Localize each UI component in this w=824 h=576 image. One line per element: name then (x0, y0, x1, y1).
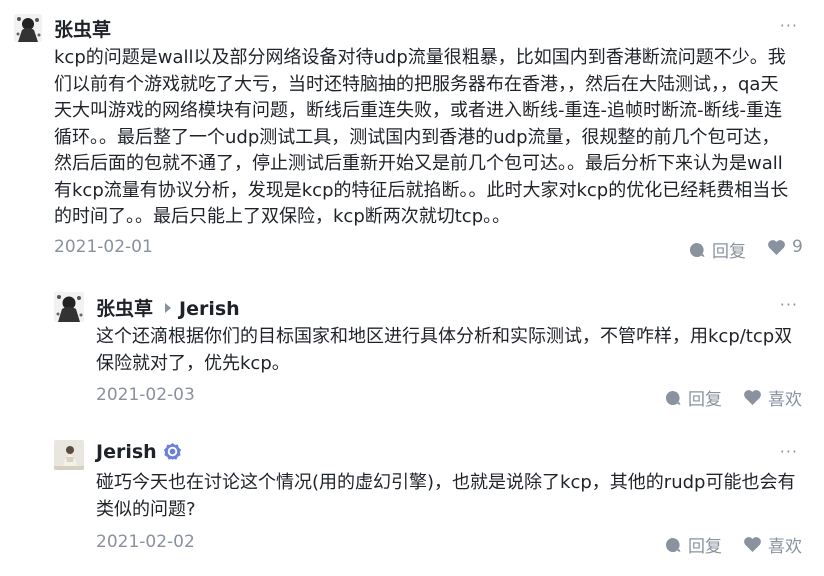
comment-author[interactable]: 张虫草 (96, 298, 153, 320)
like-button[interactable]: 喜欢 (743, 385, 802, 410)
heart-icon (743, 389, 762, 406)
comment-author[interactable]: 张虫草 (54, 15, 111, 42)
comment-bubble-icon (664, 389, 682, 407)
heart-icon (743, 536, 762, 553)
comment-body: 这个还滴根据你们的目标国家和地区进行具体分析和实际测试，不管咋样，用kcp/tc… (96, 326, 793, 374)
comment-date: 2021-02-03 (96, 385, 195, 405)
comment-bubble-icon (664, 536, 682, 554)
more-dots-icon[interactable]: ··· (780, 442, 798, 461)
reply-to-arrow-icon (165, 303, 172, 313)
comment-date: 2021-02-02 (96, 532, 195, 552)
avatar[interactable] (54, 440, 84, 470)
avatar[interactable] (54, 292, 84, 322)
reply-label: 回复 (712, 242, 746, 262)
like-label: 喜欢 (768, 390, 802, 410)
reply-button[interactable]: 回复 (664, 532, 722, 557)
like-label: 喜欢 (768, 537, 802, 557)
comment-body: kcp的问题是wall以及部分网络设备对待udp流量很粗暴，比如国内到香港断流问… (54, 47, 789, 227)
comment-body: 碰巧今天也在讨论这个情况(用的虚幻引擎)，也就是说除了kcp，其他的rudp可能… (96, 472, 796, 520)
like-count: 9 (792, 237, 803, 257)
comment-author[interactable]: Jerish (96, 441, 157, 463)
verified-badge-icon (163, 442, 182, 466)
like-button[interactable]: 9 (767, 237, 803, 257)
more-dots-icon[interactable]: ··· (780, 295, 798, 314)
comment-date: 2021-02-01 (54, 237, 153, 257)
avatar[interactable] (14, 14, 42, 42)
reply-label: 回复 (688, 390, 722, 410)
comment-author-line: 张虫草 Jerish (96, 294, 240, 321)
like-button[interactable]: 喜欢 (743, 532, 802, 557)
reply-button[interactable]: 回复 (664, 385, 722, 410)
heart-icon (767, 239, 786, 256)
reply-label: 回复 (688, 537, 722, 557)
reply-button[interactable]: 回复 (688, 237, 746, 262)
comment-bubble-icon (688, 241, 706, 259)
more-dots-icon[interactable]: ··· (780, 16, 798, 35)
reply-to-author[interactable]: Jerish (179, 298, 240, 320)
comment-author-line: Jerish (96, 441, 182, 466)
